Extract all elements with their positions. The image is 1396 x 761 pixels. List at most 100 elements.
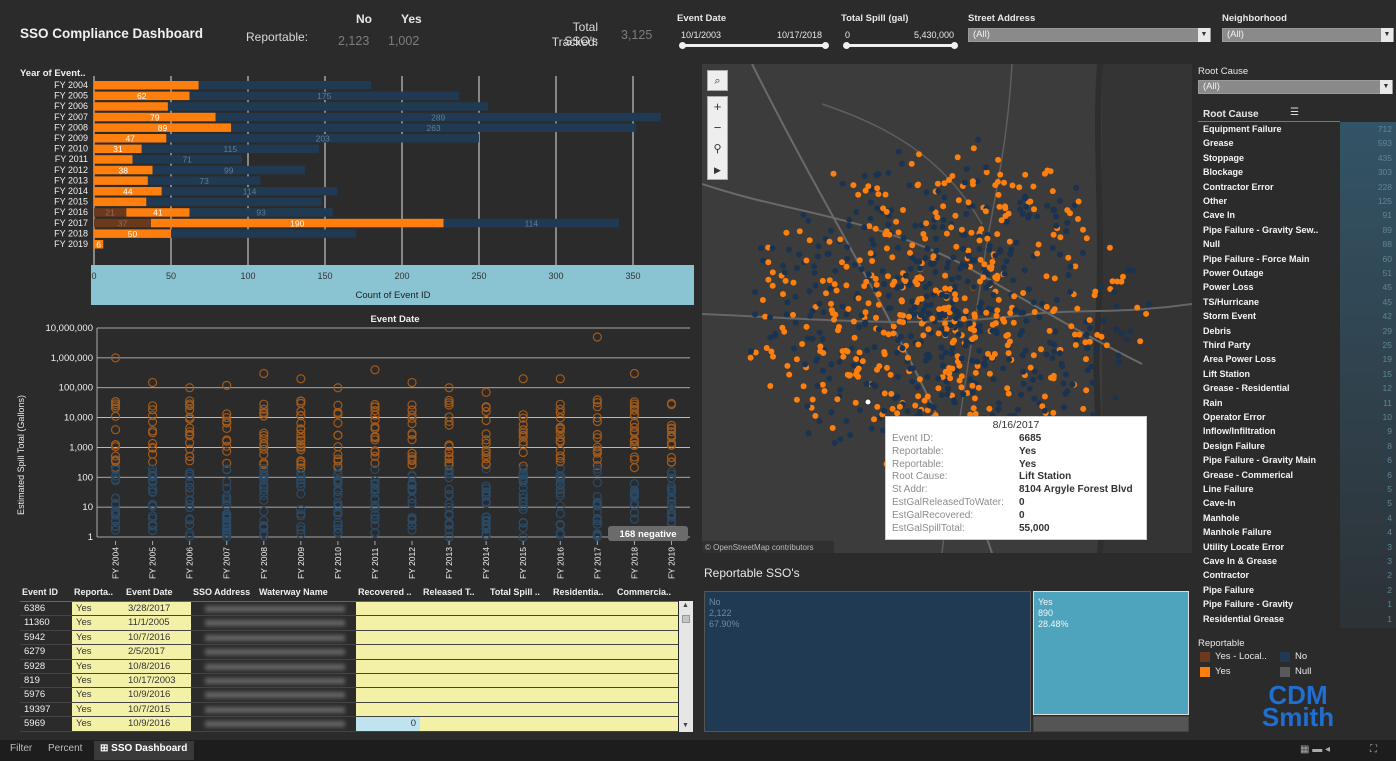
table-header-cell[interactable]: Reporta.. bbox=[74, 587, 126, 602]
map-sso-point bbox=[1067, 263, 1074, 270]
root-cause-item[interactable]: Manhole bbox=[1203, 513, 1240, 523]
root-cause-item[interactable]: Third Party bbox=[1203, 340, 1251, 350]
table-row[interactable]: 819 Yes 10/17/2003 bbox=[20, 674, 678, 689]
root-cause-item[interactable]: TS/Hurricane bbox=[1203, 297, 1259, 307]
root-cause-item[interactable]: Power Loss bbox=[1203, 282, 1254, 292]
root-cause-item[interactable]: Pipe Failure - Force Main bbox=[1203, 254, 1310, 264]
event-date-slider[interactable] bbox=[679, 42, 829, 49]
root-cause-item[interactable]: Residential Grease bbox=[1203, 614, 1284, 624]
root-cause-item[interactable]: Lift Station bbox=[1203, 369, 1250, 379]
table-header-cell[interactable]: Commercia.. bbox=[617, 587, 677, 602]
treemap-no[interactable]: No 2,122 67.90% bbox=[704, 591, 1031, 732]
root-cause-item[interactable]: Line Failure bbox=[1203, 484, 1254, 494]
root-cause-item[interactable]: Debris bbox=[1203, 326, 1231, 336]
zoom-out-icon[interactable]: − bbox=[708, 118, 727, 139]
table-header-cell[interactable]: Waterway Name bbox=[259, 587, 358, 602]
table-header-cell[interactable]: SSO Address bbox=[193, 587, 259, 602]
tab-percent[interactable]: Percent bbox=[48, 743, 82, 754]
map-sso-point bbox=[985, 350, 991, 357]
legend-swatch[interactable] bbox=[1200, 667, 1210, 677]
root-cause-item[interactable]: Stoppage bbox=[1203, 153, 1244, 163]
table-header-cell[interactable]: Event ID bbox=[22, 587, 74, 602]
map-search-icon[interactable]: ⌕ bbox=[707, 70, 728, 91]
table-row[interactable]: 19397 Yes 10/7/2015 bbox=[20, 702, 678, 718]
table-header-cell[interactable]: Total Spill .. bbox=[490, 587, 553, 602]
table-row[interactable]: 5976 Yes 10/9/2016 bbox=[20, 688, 678, 703]
root-cause-item[interactable]: Power Outage bbox=[1203, 268, 1264, 278]
root-cause-item[interactable]: Other bbox=[1203, 196, 1227, 206]
total-spill-slider[interactable] bbox=[843, 42, 958, 49]
treemap-null[interactable] bbox=[1033, 716, 1189, 732]
pin-icon[interactable]: ⚲ bbox=[708, 139, 727, 160]
zoom-in-icon[interactable]: + bbox=[708, 97, 727, 118]
root-cause-item[interactable]: Pipe Failure - Gravity Main bbox=[1203, 455, 1316, 465]
tab-sso-dashboard[interactable]: ⊞ SSO Dashboard bbox=[100, 743, 187, 754]
scroll-up-icon[interactable]: ▲ bbox=[682, 602, 689, 609]
root-cause-item[interactable]: Pipe Failure - Gravity bbox=[1203, 599, 1293, 609]
table-scrollbar[interactable]: ▲ ▼ bbox=[679, 601, 693, 732]
root-cause-select[interactable]: (All) ▼ bbox=[1198, 80, 1393, 94]
root-cause-item[interactable]: Pipe Failure bbox=[1203, 585, 1254, 595]
table-row[interactable]: 5969 Yes 10/9/2016 0 bbox=[20, 717, 678, 732]
root-cause-item[interactable]: Area Power Loss bbox=[1203, 354, 1276, 364]
root-cause-item[interactable]: Grease bbox=[1203, 138, 1234, 148]
map-sso-point bbox=[853, 356, 860, 362]
event-date-slider-min-handle[interactable] bbox=[679, 42, 686, 49]
root-cause-item[interactable]: Pipe Failure - Gravity Sew.. bbox=[1203, 225, 1318, 235]
root-cause-item[interactable]: Rain bbox=[1203, 398, 1223, 408]
table-row[interactable]: 11360 Yes 11/1/2005 bbox=[20, 616, 678, 631]
table-header-cell[interactable]: Released T.. bbox=[423, 587, 490, 602]
chevron-down-icon[interactable]: ▼ bbox=[1381, 28, 1393, 42]
table-row[interactable]: 5942 Yes 10/7/2016 bbox=[20, 630, 678, 646]
scrollbar-thumb[interactable] bbox=[682, 615, 690, 623]
map-sso-point bbox=[820, 350, 827, 356]
event-date-slider-max-handle[interactable] bbox=[822, 42, 829, 49]
root-cause-item[interactable]: Design Failure bbox=[1203, 441, 1265, 451]
legend-label[interactable]: Yes - Local.. bbox=[1215, 651, 1267, 662]
root-cause-item[interactable]: Storm Event bbox=[1203, 311, 1256, 321]
total-spill-slider-min-handle[interactable] bbox=[843, 42, 850, 49]
map-sso-point bbox=[995, 400, 1002, 407]
street-address-value: (All) bbox=[973, 29, 990, 40]
root-cause-item[interactable]: Blockage bbox=[1203, 167, 1243, 177]
root-cause-item[interactable]: Utility Locate Error bbox=[1203, 542, 1284, 552]
play-icon[interactable]: ▶ bbox=[708, 160, 727, 181]
street-address-select[interactable]: (All) ▼ bbox=[968, 28, 1211, 42]
root-cause-item[interactable]: Inflow/Infiltration bbox=[1203, 426, 1276, 436]
root-cause-item[interactable]: Contractor Error bbox=[1203, 182, 1274, 192]
root-cause-item[interactable]: Manhole Failure bbox=[1203, 527, 1272, 537]
table-row[interactable]: 5928 Yes 10/8/2016 bbox=[20, 659, 678, 674]
legend-swatch[interactable] bbox=[1280, 667, 1290, 677]
root-cause-item[interactable]: Cave In bbox=[1203, 210, 1235, 220]
map-sso-point bbox=[844, 348, 851, 355]
legend-swatch[interactable] bbox=[1280, 652, 1290, 662]
root-cause-item[interactable]: Contractor bbox=[1203, 570, 1249, 580]
root-cause-item[interactable]: Cave-In bbox=[1203, 498, 1236, 508]
root-cause-item[interactable]: Grease - Commerical bbox=[1203, 470, 1293, 480]
table-row[interactable]: 6386 Yes 3/28/2017 bbox=[20, 602, 678, 617]
legend-label[interactable]: Null bbox=[1295, 666, 1311, 677]
chevron-down-icon[interactable]: ▼ bbox=[1198, 28, 1210, 42]
root-cause-item[interactable]: Grease - Residential bbox=[1203, 383, 1290, 393]
total-spill-slider-max-handle[interactable] bbox=[951, 42, 958, 49]
chevron-down-icon[interactable]: ▼ bbox=[1380, 80, 1392, 94]
fullscreen-icon[interactable]: ⛶ bbox=[1370, 744, 1377, 755]
sort-icon[interactable]: ☰ bbox=[1290, 107, 1299, 118]
table-header-cell[interactable]: Event Date bbox=[126, 587, 193, 602]
root-cause-item[interactable]: Cave In & Grease bbox=[1203, 556, 1277, 566]
treemap-yes[interactable]: Yes 890 28.48% bbox=[1033, 591, 1189, 715]
table-header-cell[interactable]: Recovered .. bbox=[358, 587, 422, 602]
root-cause-item[interactable]: Null bbox=[1203, 239, 1220, 249]
table-row[interactable]: 6279 Yes 2/5/2017 bbox=[20, 645, 678, 660]
root-cause-item[interactable]: Operator Error bbox=[1203, 412, 1266, 422]
table-header-cell[interactable]: Residentia.. bbox=[553, 587, 617, 602]
legend-label[interactable]: No bbox=[1295, 651, 1307, 662]
legend-swatch[interactable] bbox=[1200, 652, 1210, 662]
legend-label[interactable]: Yes bbox=[1215, 666, 1231, 677]
tab-filter[interactable]: Filter bbox=[10, 743, 32, 754]
cell-event-date: 3/28/2017 bbox=[124, 602, 191, 616]
neighborhood-select[interactable]: (All) ▼ bbox=[1222, 28, 1394, 42]
scroll-down-icon[interactable]: ▼ bbox=[682, 722, 689, 729]
root-cause-item[interactable]: Equipment Failure bbox=[1203, 124, 1282, 134]
view-toggle-icons[interactable]: ▦ ▬ ◂ bbox=[1300, 744, 1330, 755]
